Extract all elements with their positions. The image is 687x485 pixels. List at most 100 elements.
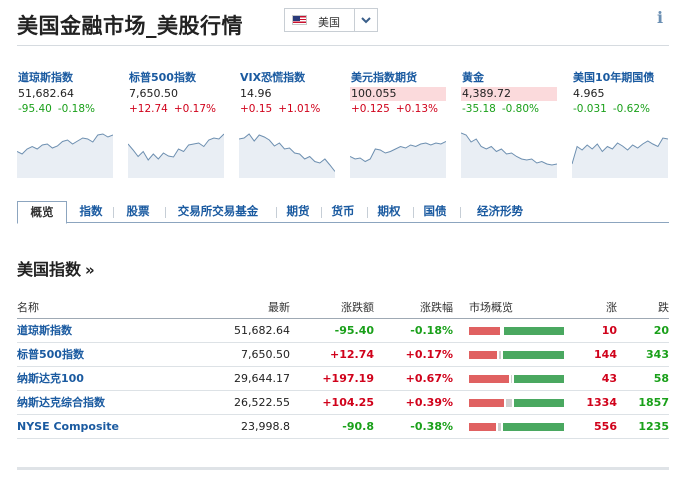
ticker-change-percent: -0.80% [501,103,540,115]
ticker-change-amount: +0.15 [240,103,273,115]
ticker-name[interactable]: 黄金 [462,69,484,85]
ticker-name[interactable]: 标普500指数 [129,69,196,85]
ticker-strip: 道琼斯指数 51,682.64 -95.40 -0.18% 标普500指数 7,650.5… [17,66,669,178]
index-change: +104.25 [322,396,374,409]
sparkline-chart [461,132,557,178]
breadth-up-segment [469,399,504,407]
ticker-change: -35.18 -0.80% [462,103,539,115]
tab-item[interactable]: 国债 [415,201,455,223]
tab-item[interactable]: 交易所交易基金 [167,201,269,223]
ticker-card[interactable]: VIX恐慌指数 14.96 +0.15 +1.01% [239,66,335,178]
index-last: 51,682.64 [234,324,290,337]
index-advancers: 43 [601,372,617,385]
index-last: 26,522.55 [234,396,290,409]
col-market-overview: 市场概览 [469,301,513,314]
sparkline-chart [350,141,446,178]
ticker-card[interactable]: 黄金 4,389.72 -35.18 -0.80% [461,66,557,178]
tab-item[interactable]: 经济形势 [462,201,538,223]
info-icon[interactable]: i [653,8,667,27]
us-flag-icon [292,15,307,25]
breadth-down-segment [503,423,564,431]
tab-item[interactable]: 概览 [17,201,67,224]
table-body: 道琼斯指数 51,682.64 -95.40 -0.18% 10 20 标普500指数 7,6… [17,319,669,439]
section-heading[interactable]: 美国指数» [17,256,95,280]
ticker-name[interactable]: 美国10年期国债 [573,69,654,85]
ticker-card[interactable]: 美元指数期货 100.055 +0.125 +0.13% [350,66,446,178]
index-change: +12.74 [329,348,374,361]
ticker-card[interactable]: 标普500指数 7,650.50 +12.74 +0.17% [128,66,224,178]
section-title[interactable]: 美国指数 [17,260,81,279]
index-decliners: 58 [653,372,669,385]
market-breadth-bar [469,351,564,359]
ticker-change-amount: -0.031 [573,103,607,115]
page-header: 美国金融市场_美股行情 美国 i [17,6,669,46]
bottom-divider [17,467,669,470]
section-arrow[interactable]: » [85,261,95,279]
index-name-link[interactable]: 纳斯达克综合指数 [17,391,105,414]
index-percent: -0.18% [410,324,453,337]
ticker-change: +12.74 +0.17% [129,103,216,115]
tab-separator [113,207,114,218]
index-percent: -0.38% [410,420,453,433]
index-name-link[interactable]: 道琼斯指数 [17,319,72,342]
ticker-change: -95.40 -0.18% [18,103,95,115]
ticker-value: 7,650.50 [129,87,178,100]
region-select[interactable]: 美国 [284,8,378,32]
ticker-card[interactable]: 道琼斯指数 51,682.64 -95.40 -0.18% [17,66,113,178]
index-name-link[interactable]: 纳斯达克100 [17,367,84,390]
ticker-name[interactable]: VIX恐慌指数 [240,69,305,85]
index-change: -95.40 [334,324,374,337]
col-advancers: 涨 [606,301,617,314]
sparkline-chart [17,133,113,178]
table-row: 标普500指数 7,650.50 +12.74 +0.17% 144 343 [17,343,669,367]
ticker-card[interactable]: 美国10年期国债 4.965 -0.031 -0.62% [572,66,668,178]
region-dropdown-button[interactable] [355,9,377,31]
ticker-change-percent: +0.17% [173,103,217,115]
table-row: 纳斯达克100 29,644.17 +197.19 +0.67% 43 58 [17,367,669,391]
tab-item[interactable]: 货币 [323,201,363,223]
tab-separator [165,207,166,218]
table-row: 道琼斯指数 51,682.64 -95.40 -0.18% 10 20 [17,319,669,343]
ticker-change-percent: -0.18% [57,103,96,115]
us-indices-table: 名称 最新 涨跌额 涨跌幅 市场概览 涨 跌 道琼斯指数 51,682.64 -95… [17,299,669,439]
market-breadth-bar [469,327,564,335]
col-decliners: 跌 [658,301,669,314]
breadth-flat-segment [499,351,501,359]
sparkline-chart [572,137,668,178]
index-change: -90.8 [342,420,374,433]
index-decliners: 1857 [638,396,669,409]
ticker-change-percent: +1.01% [278,103,321,115]
tab-item[interactable]: 期权 [369,201,409,223]
breadth-down-segment [503,351,564,359]
breadth-up-segment [469,375,509,383]
ticker-change-amount: -35.18 [462,103,496,115]
breadth-up-segment [469,327,500,335]
page-title: 美国金融市场_美股行情 [17,14,243,38]
index-advancers: 10 [601,324,617,337]
index-decliners: 1235 [638,420,669,433]
index-name-link[interactable]: NYSE Composite [17,415,119,438]
tab-separator [276,207,277,218]
index-percent: +0.17% [405,348,453,361]
table-row: NYSE Composite 23,998.8 -90.8 -0.38% 556 1235 [17,415,669,439]
tab-item[interactable]: 股票 [115,201,161,223]
ticker-name[interactable]: 道琼斯指数 [18,69,73,85]
region-label: 美国 [318,16,340,29]
ticker-change-amount: +12.74 [129,103,168,115]
breadth-down-segment [514,399,564,407]
ticker-change: -0.031 -0.62% [573,103,650,115]
tab-separator [413,207,414,218]
table-header-row: 名称 最新 涨跌额 涨跌幅 市场概览 涨 跌 [17,299,669,319]
tab-item[interactable]: 期货 [278,201,318,223]
index-advancers: 144 [594,348,617,361]
index-percent: +0.39% [405,396,453,409]
ticker-name[interactable]: 美元指数期货 [351,69,417,85]
market-breadth-bar [469,399,564,407]
tab-item[interactable]: 指数 [69,201,113,223]
ticker-value: 51,682.64 [18,87,74,100]
index-last: 29,644.17 [234,372,290,385]
ticker-change-amount: -95.40 [18,103,52,115]
market-breadth-bar [469,375,564,383]
col-percent: 涨跌幅 [420,301,453,314]
index-name-link[interactable]: 标普500指数 [17,343,84,366]
